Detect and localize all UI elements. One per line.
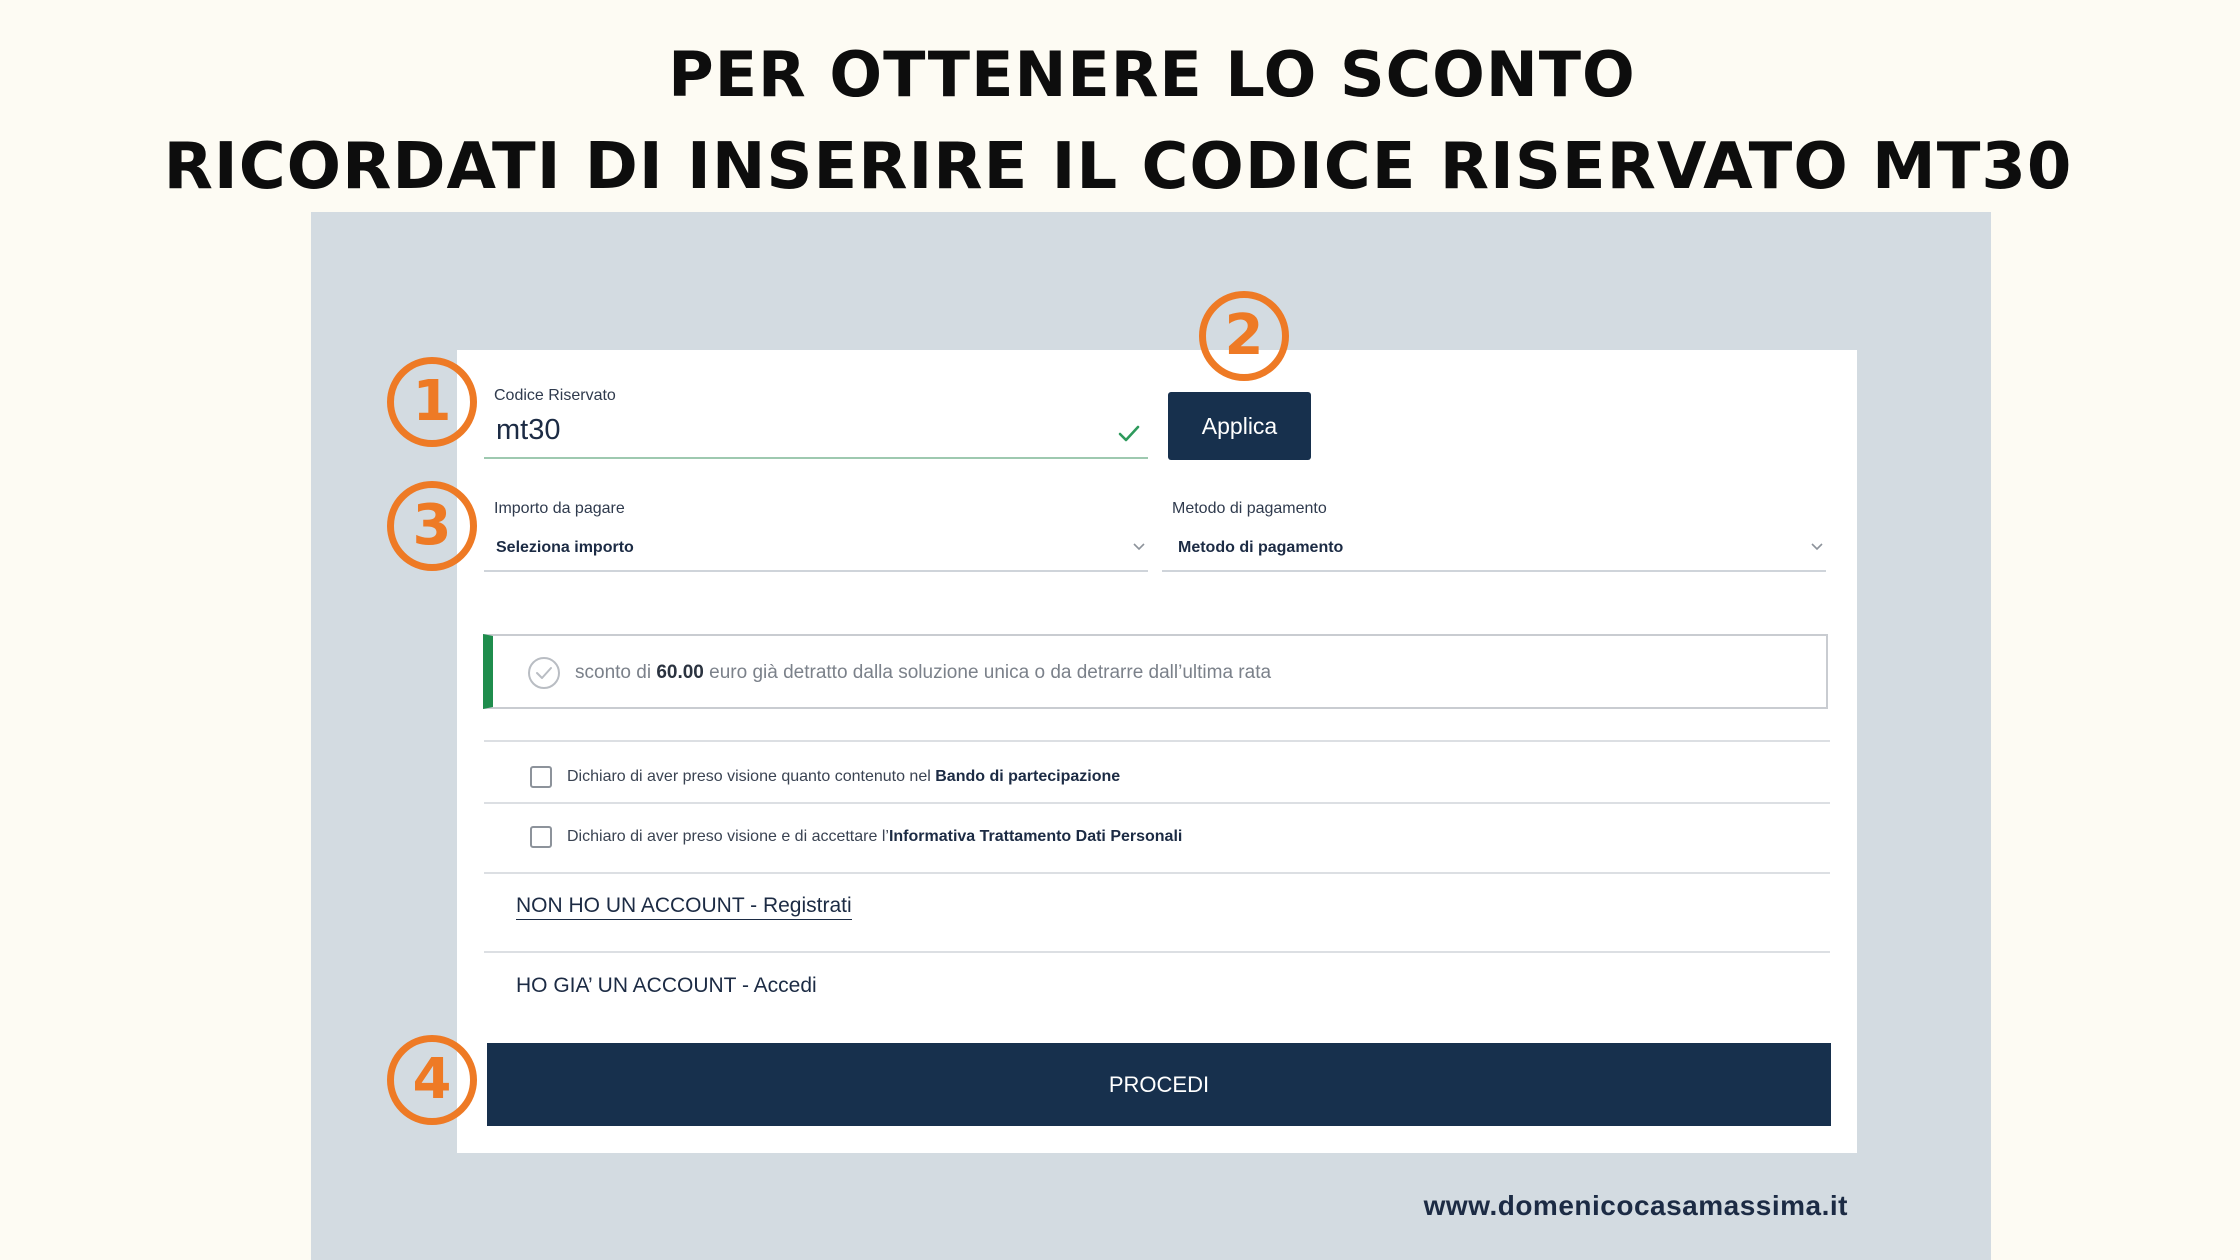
proceed-button[interactable]: PROCEDI [487, 1043, 1831, 1126]
apply-button[interactable]: Applica [1168, 392, 1311, 460]
step-marker-4: 4 [387, 1035, 477, 1125]
chevron-down-icon[interactable] [1132, 540, 1146, 554]
divider [484, 802, 1830, 804]
bando-checkbox-label: Dichiaro di aver preso visione quanto co… [567, 768, 1121, 785]
privacy-link[interactable]: Informativa Trattamento Dati Personali [889, 828, 1182, 845]
discount-info-box: sconto di 60.00 euro già detratto dalla … [483, 634, 1828, 709]
bando-link[interactable]: Bando di partecipazione [935, 768, 1120, 785]
register-link[interactable]: NON HO UN ACCOUNT - Registrati [516, 894, 852, 920]
headline-line-2: RICORDATI DI INSERIRE IL CODICE RISERVAT… [163, 130, 2073, 204]
privacy-checkbox[interactable] [530, 826, 552, 848]
check-icon [1118, 425, 1140, 442]
website-url: www.domenicocasamassima.it [1423, 1190, 1848, 1221]
payment-select-underline [1162, 570, 1826, 572]
chevron-down-icon[interactable] [1810, 540, 1824, 554]
divider [484, 951, 1830, 953]
discount-amount: 60.00 [656, 662, 704, 683]
step-marker-3: 3 [387, 481, 477, 571]
form-card [457, 350, 1857, 1153]
login-link[interactable]: HO GIA’ UN ACCOUNT - Accedi [516, 974, 817, 998]
step-marker-2: 2 [1199, 291, 1289, 381]
amount-label: Importo da pagare [494, 500, 625, 517]
step-marker-1: 1 [387, 357, 477, 447]
divider [484, 740, 1830, 742]
code-input[interactable]: mt30 [496, 414, 560, 447]
divider [484, 872, 1830, 874]
code-input-underline [484, 457, 1148, 459]
headline-line-1: PER OTTENERE LO SCONTO [668, 38, 1636, 111]
privacy-checkbox-label: Dichiaro di aver preso visione e di acce… [567, 828, 1183, 845]
payment-label: Metodo di pagamento [1172, 500, 1327, 517]
discount-text: sconto di 60.00 euro già detratto dalla … [575, 662, 1272, 683]
payment-select[interactable]: Metodo di pagamento [1178, 539, 1343, 557]
amount-select[interactable]: Seleziona importo [496, 539, 634, 557]
check-circle-icon [528, 657, 560, 689]
bando-checkbox[interactable] [530, 766, 552, 788]
amount-select-underline [484, 570, 1148, 572]
code-label: Codice Riservato [494, 387, 616, 404]
